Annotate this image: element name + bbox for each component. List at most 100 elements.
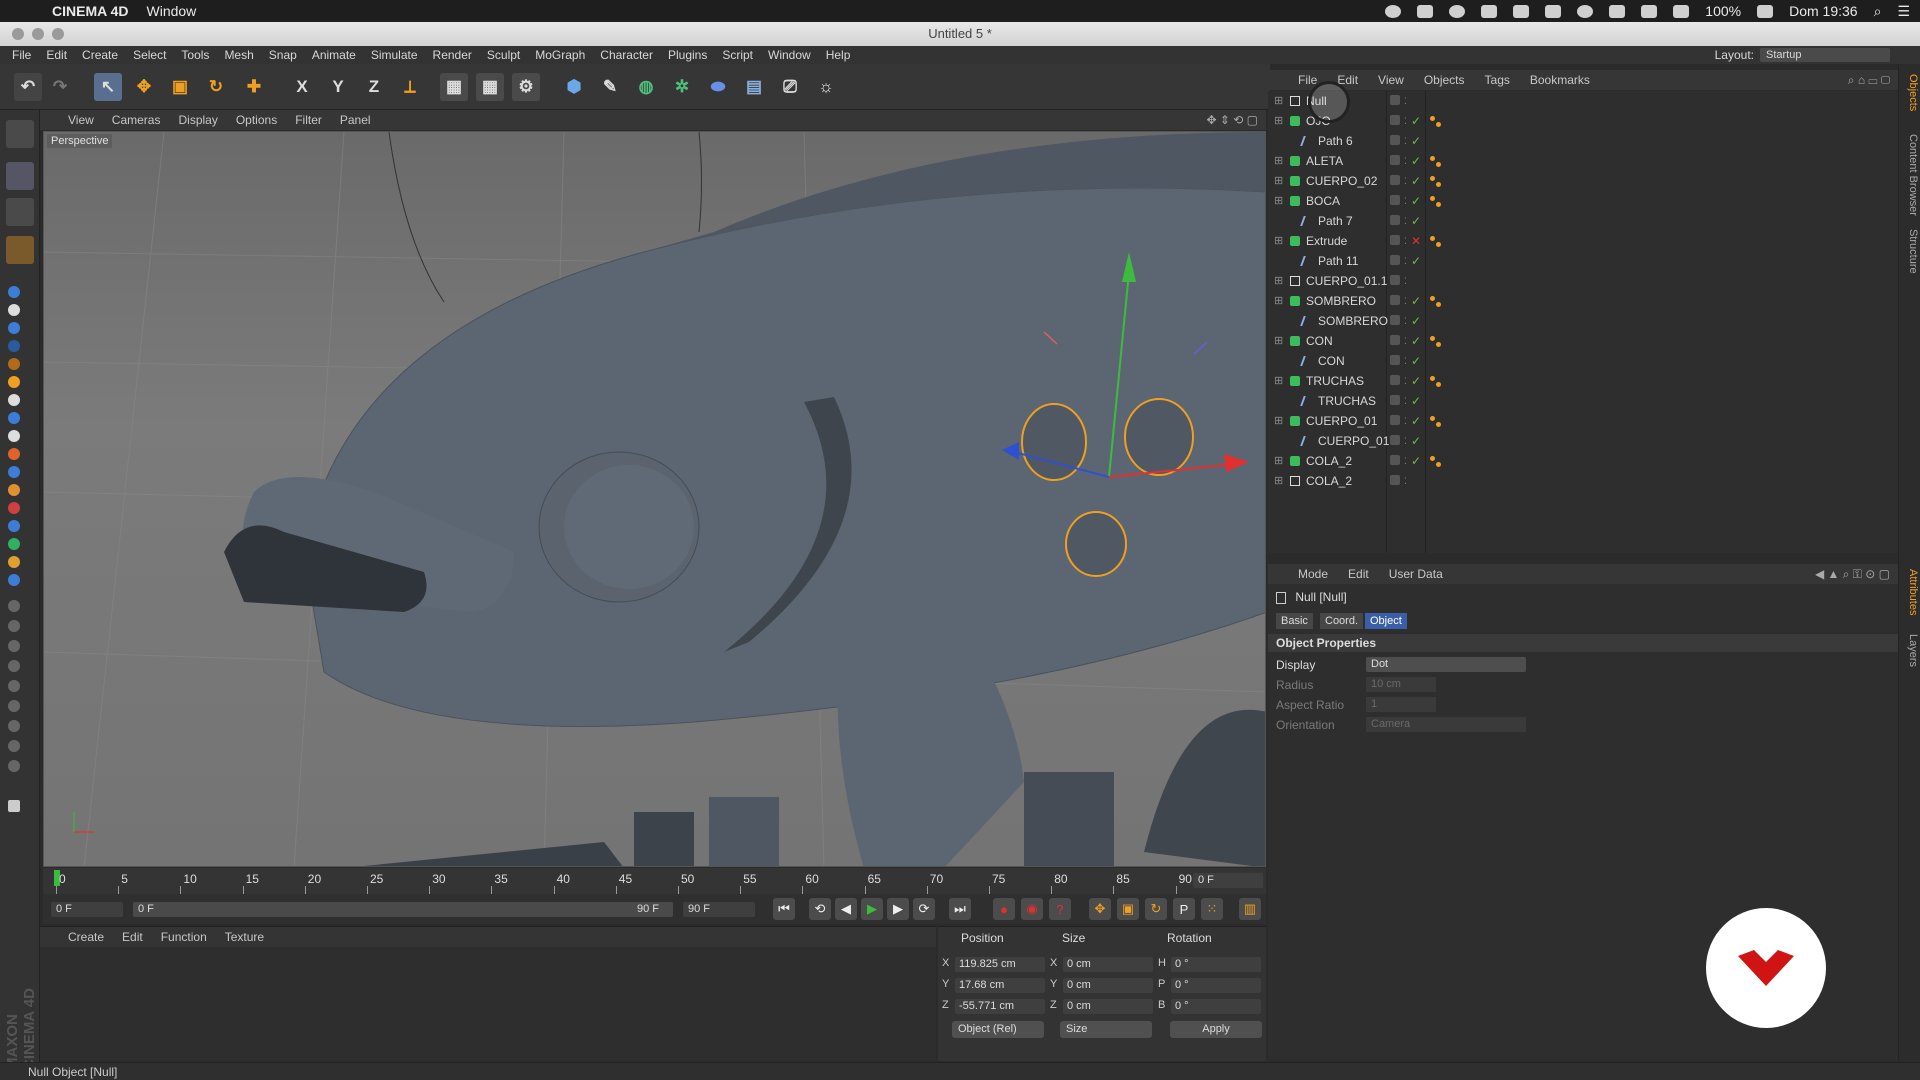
apply-button[interactable]: Apply: [1170, 1021, 1262, 1038]
side-tab-structure[interactable]: Structure: [1901, 229, 1919, 274]
object-name[interactable]: CUERPO_01.1: [1306, 271, 1387, 291]
y-axis-lock-button[interactable]: Y: [324, 73, 352, 101]
viewport-menu-panel[interactable]: Panel: [340, 113, 371, 127]
objects-menu-file[interactable]: File: [1298, 73, 1317, 87]
visibility-toggle-icon[interactable]: ⁚: [1404, 211, 1407, 231]
enabled-check-icon[interactable]: ✓: [1411, 171, 1421, 191]
array-icon[interactable]: ✲: [668, 73, 696, 101]
key-rotation-icon[interactable]: ↻: [1145, 898, 1167, 920]
layer-icon[interactable]: [1390, 375, 1400, 385]
sketch-icon[interactable]: [8, 376, 20, 388]
menu-create[interactable]: Create: [82, 48, 118, 62]
help-icon[interactable]: [8, 740, 20, 752]
help-icon[interactable]: [8, 620, 20, 632]
enabled-check-icon[interactable]: ✓: [1411, 351, 1421, 371]
enabled-check-icon[interactable]: ✓: [1411, 371, 1421, 391]
object-name[interactable]: Path 7: [1318, 211, 1353, 231]
help-icon[interactable]: [8, 700, 20, 712]
visibility-toggle-icon[interactable]: ⁚: [1404, 411, 1407, 431]
enabled-check-icon[interactable]: ✓: [1411, 211, 1421, 231]
3d-viewport[interactable]: Perspective: [43, 131, 1266, 867]
timeline-ruler[interactable]: 0 5 10 15 20 25 30 35 40 45 50 55 60 65 70 75 80 85 90 0 F: [43, 868, 1266, 894]
objects-menu-bookmarks[interactable]: Bookmarks: [1530, 73, 1590, 87]
phong-tag-icon[interactable]: [1430, 296, 1435, 301]
app-icon-f[interactable]: [8, 502, 20, 514]
object-row[interactable]: ⊞ Extrude ⁚ ✕: [1268, 231, 1898, 251]
layer-icon[interactable]: [1390, 95, 1400, 105]
rotation-p-field[interactable]: 0 °: [1171, 978, 1261, 993]
trash-icon[interactable]: [8, 800, 20, 812]
side-tab-attributes[interactable]: Attributes: [1901, 569, 1919, 615]
position-z-field[interactable]: -55.771 cm: [955, 999, 1045, 1014]
viewport-menu-view[interactable]: View: [68, 113, 94, 127]
timeline-window-icon[interactable]: ▥: [1239, 898, 1261, 920]
move-tool-icon[interactable]: ✥: [130, 73, 158, 101]
attributes-menu-mode[interactable]: Mode: [1298, 567, 1328, 581]
zoom-window-button[interactable]: [52, 28, 64, 40]
coordinate-system-icon[interactable]: ⟂: [396, 73, 424, 101]
menu-help[interactable]: Help: [826, 48, 851, 62]
visibility-toggle-icon[interactable]: ⁚: [1404, 391, 1407, 411]
camera-icon[interactable]: ⎚: [776, 73, 804, 101]
render-settings-icon[interactable]: ⚙: [512, 73, 540, 101]
object-row[interactable]: ⊞ TRUCHAS ⁚ ✓: [1268, 371, 1898, 391]
menu-mograph[interactable]: MoGraph: [535, 48, 585, 62]
display-dropdown[interactable]: Dot: [1366, 657, 1526, 672]
recent-tools-icon[interactable]: ✚: [240, 73, 268, 101]
side-tab-objects[interactable]: Objects: [1901, 74, 1919, 111]
current-frame-field[interactable]: 0 F: [1193, 873, 1263, 888]
notification-center-icon[interactable]: ☰: [1897, 3, 1910, 20]
drive-icon[interactable]: [1481, 4, 1498, 18]
object-row[interactable]: ⊞ BOCA ⁚ ✓: [1268, 191, 1898, 211]
key-position-icon[interactable]: ✥: [1089, 898, 1111, 920]
layer-icon[interactable]: [1390, 155, 1400, 165]
help-icon[interactable]: [8, 640, 20, 652]
make-editable-icon[interactable]: [6, 120, 34, 148]
phong-tag-icon[interactable]: [1430, 456, 1435, 461]
aspect-ratio-field[interactable]: 1: [1366, 697, 1436, 712]
help-icon[interactable]: [8, 720, 20, 732]
object-row[interactable]: SOMBRERO ⁚ ✓: [1268, 311, 1898, 331]
phong-tag-icon[interactable]: [1436, 162, 1441, 167]
visibility-toggle-icon[interactable]: ⁚: [1404, 471, 1407, 491]
autokey-icon[interactable]: ◉: [1021, 898, 1043, 920]
visibility-toggle-icon[interactable]: ⁚: [1404, 351, 1407, 371]
object-name[interactable]: CON: [1306, 331, 1333, 351]
object-name[interactable]: CUERPO_01: [1306, 411, 1377, 431]
object-name[interactable]: CON: [1318, 351, 1345, 371]
menu-select[interactable]: Select: [133, 48, 166, 62]
visibility-toggle-icon[interactable]: ⁚: [1404, 451, 1407, 471]
polygons-mode-icon[interactable]: [8, 322, 20, 334]
side-tab-layers[interactable]: Layers: [1901, 634, 1919, 667]
size-y-field[interactable]: 0 cm: [1063, 978, 1153, 993]
layer-icon[interactable]: [1390, 135, 1400, 145]
help-icon[interactable]: [8, 660, 20, 672]
object-name[interactable]: CUERPO_02: [1306, 171, 1377, 191]
radius-field[interactable]: 10 cm: [1366, 677, 1436, 692]
expand-icon[interactable]: ⊞: [1274, 151, 1283, 171]
layer-icon[interactable]: [1390, 395, 1400, 405]
key-scale-icon[interactable]: ▣: [1117, 898, 1139, 920]
enabled-check-icon[interactable]: ✓: [1411, 311, 1421, 331]
viewport-menu-cameras[interactable]: Cameras: [112, 113, 161, 127]
object-row[interactable]: ⊞ CUERPO_02 ⁚ ✓: [1268, 171, 1898, 191]
illustrator-icon[interactable]: [8, 358, 20, 370]
layer-icon[interactable]: [1390, 235, 1400, 245]
rotate-tool-icon[interactable]: ↻: [202, 73, 230, 101]
objects-menu-tags[interactable]: Tags: [1485, 73, 1510, 87]
rotation-b-field[interactable]: 0 °: [1171, 999, 1261, 1014]
spotlight-icon[interactable]: ⌕: [1874, 3, 1882, 20]
visibility-toggle-icon[interactable]: ⁚: [1404, 331, 1407, 351]
expand-icon[interactable]: ⊞: [1274, 331, 1283, 351]
close-window-button[interactable]: [12, 28, 24, 40]
app-icon-b[interactable]: [8, 430, 20, 442]
expand-icon[interactable]: ⊞: [1274, 471, 1283, 491]
object-name[interactable]: Path 11: [1318, 251, 1358, 271]
layer-icon[interactable]: [1390, 295, 1400, 305]
dropbox-icon[interactable]: [1417, 4, 1434, 18]
menu-window[interactable]: Window: [768, 48, 811, 62]
phong-tag-icon[interactable]: [1430, 376, 1435, 381]
visibility-toggle-icon[interactable]: ⁚: [1404, 311, 1407, 331]
visibility-toggle-icon[interactable]: ⁚: [1404, 291, 1407, 311]
previous-frame-icon[interactable]: ◀: [835, 898, 857, 920]
